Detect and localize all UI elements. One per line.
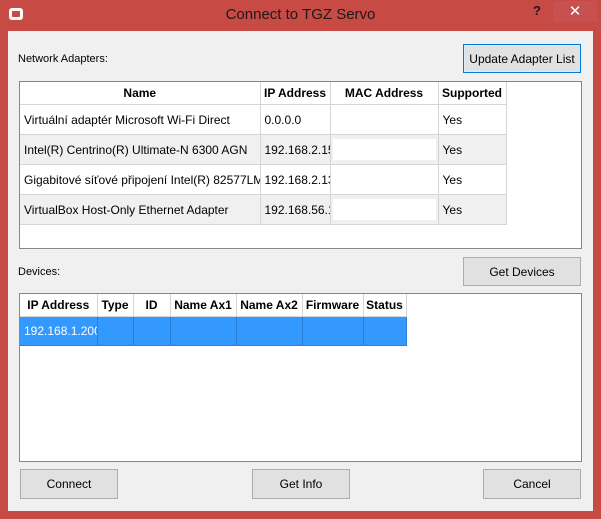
column-header-ip-address[interactable]: IP Address (20, 294, 98, 317)
dialog-body: Network Adapters: Update Adapter List Na… (8, 31, 593, 511)
table-row[interactable]: Intel(R) Centrino(R) Ultimate-N 6300 AGN… (20, 134, 507, 165)
device-firmware-cell[interactable] (302, 316, 364, 346)
device-id-cell[interactable] (133, 316, 171, 346)
dialog-window: Connect to TGZ Servo ? ✕ Network Adapter… (0, 0, 601, 519)
adapter-ip-cell[interactable]: 192.168.2.15 (260, 134, 331, 165)
column-header-name-ax1[interactable]: Name Ax1 (170, 294, 237, 317)
adapter-mac-cell[interactable] (330, 104, 439, 135)
update-adapter-list-button[interactable]: Update Adapter List (463, 44, 581, 73)
adapter-name-cell[interactable]: VirtualBox Host-Only Ethernet Adapter (20, 194, 261, 225)
adapter-supported-cell[interactable]: Yes (438, 194, 507, 225)
adapters-table-panel: Name IP Address MAC Address Supported Vi… (19, 81, 582, 249)
cancel-button[interactable]: Cancel (483, 469, 581, 499)
device-name-ax1-cell[interactable] (170, 316, 237, 346)
adapter-name-cell[interactable]: Virtuální adaptér Microsoft Wi-Fi Direct (20, 104, 261, 135)
adapter-supported-cell[interactable]: Yes (438, 134, 507, 165)
column-header-status[interactable]: Status (363, 294, 407, 317)
table-row-selected[interactable]: 192.168.1.200 (20, 316, 407, 346)
devices-header-row: IP Address Type ID Name Ax1 Name Ax2 Fir… (20, 294, 407, 317)
column-header-ip-address[interactable]: IP Address (260, 82, 331, 105)
adapter-name-cell[interactable]: Gigabitové síťové připojení Intel(R) 825… (20, 164, 261, 195)
get-devices-button[interactable]: Get Devices (463, 257, 581, 286)
get-info-button[interactable]: Get Info (252, 469, 350, 499)
close-button[interactable]: ✕ (553, 1, 597, 22)
devices-table: IP Address Type ID Name Ax1 Name Ax2 Fir… (20, 294, 407, 346)
adapter-ip-cell[interactable]: 192.168.56.1 (260, 194, 331, 225)
network-adapters-label: Network Adapters: (18, 53, 108, 65)
mac-field[interactable] (332, 199, 436, 220)
connect-button[interactable]: Connect (20, 469, 118, 499)
column-header-mac-address[interactable]: MAC Address (330, 82, 439, 105)
column-header-supported[interactable]: Supported (438, 82, 507, 105)
table-row[interactable]: Gigabitové síťové připojení Intel(R) 825… (20, 164, 507, 195)
adapter-ip-cell[interactable]: 0.0.0.0 (260, 104, 331, 135)
column-header-type[interactable]: Type (97, 294, 134, 317)
device-type-cell[interactable] (97, 316, 134, 346)
devices-table-panel: IP Address Type ID Name Ax1 Name Ax2 Fir… (19, 293, 582, 462)
adapter-supported-cell[interactable]: Yes (438, 104, 507, 135)
column-header-id[interactable]: ID (133, 294, 171, 317)
adapter-mac-cell[interactable] (330, 134, 439, 165)
adapter-mac-cell[interactable] (330, 194, 439, 225)
column-header-name[interactable]: Name (20, 82, 261, 105)
adapter-ip-cell[interactable]: 192.168.2.13 (260, 164, 331, 195)
device-name-ax2-cell[interactable] (236, 316, 303, 346)
table-row[interactable]: VirtualBox Host-Only Ethernet Adapter 19… (20, 194, 507, 225)
table-row[interactable]: Virtuální adaptér Microsoft Wi-Fi Direct… (20, 104, 507, 135)
mac-field[interactable] (332, 139, 436, 160)
adapters-table: Name IP Address MAC Address Supported Vi… (20, 82, 507, 225)
adapter-mac-cell[interactable] (330, 164, 439, 195)
column-header-firmware[interactable]: Firmware (302, 294, 364, 317)
device-ip-cell[interactable]: 192.168.1.200 (20, 316, 98, 346)
adapters-header-row: Name IP Address MAC Address Supported (20, 82, 507, 105)
window-title: Connect to TGZ Servo (225, 6, 376, 23)
adapter-supported-cell[interactable]: Yes (438, 164, 507, 195)
title-bar[interactable]: Connect to TGZ Servo ? ✕ (0, 0, 601, 30)
devices-label: Devices: (18, 266, 61, 278)
device-status-cell[interactable] (363, 316, 407, 346)
help-button[interactable]: ? (526, 3, 548, 23)
adapter-name-cell[interactable]: Intel(R) Centrino(R) Ultimate-N 6300 AGN (20, 134, 261, 165)
column-header-name-ax2[interactable]: Name Ax2 (236, 294, 303, 317)
